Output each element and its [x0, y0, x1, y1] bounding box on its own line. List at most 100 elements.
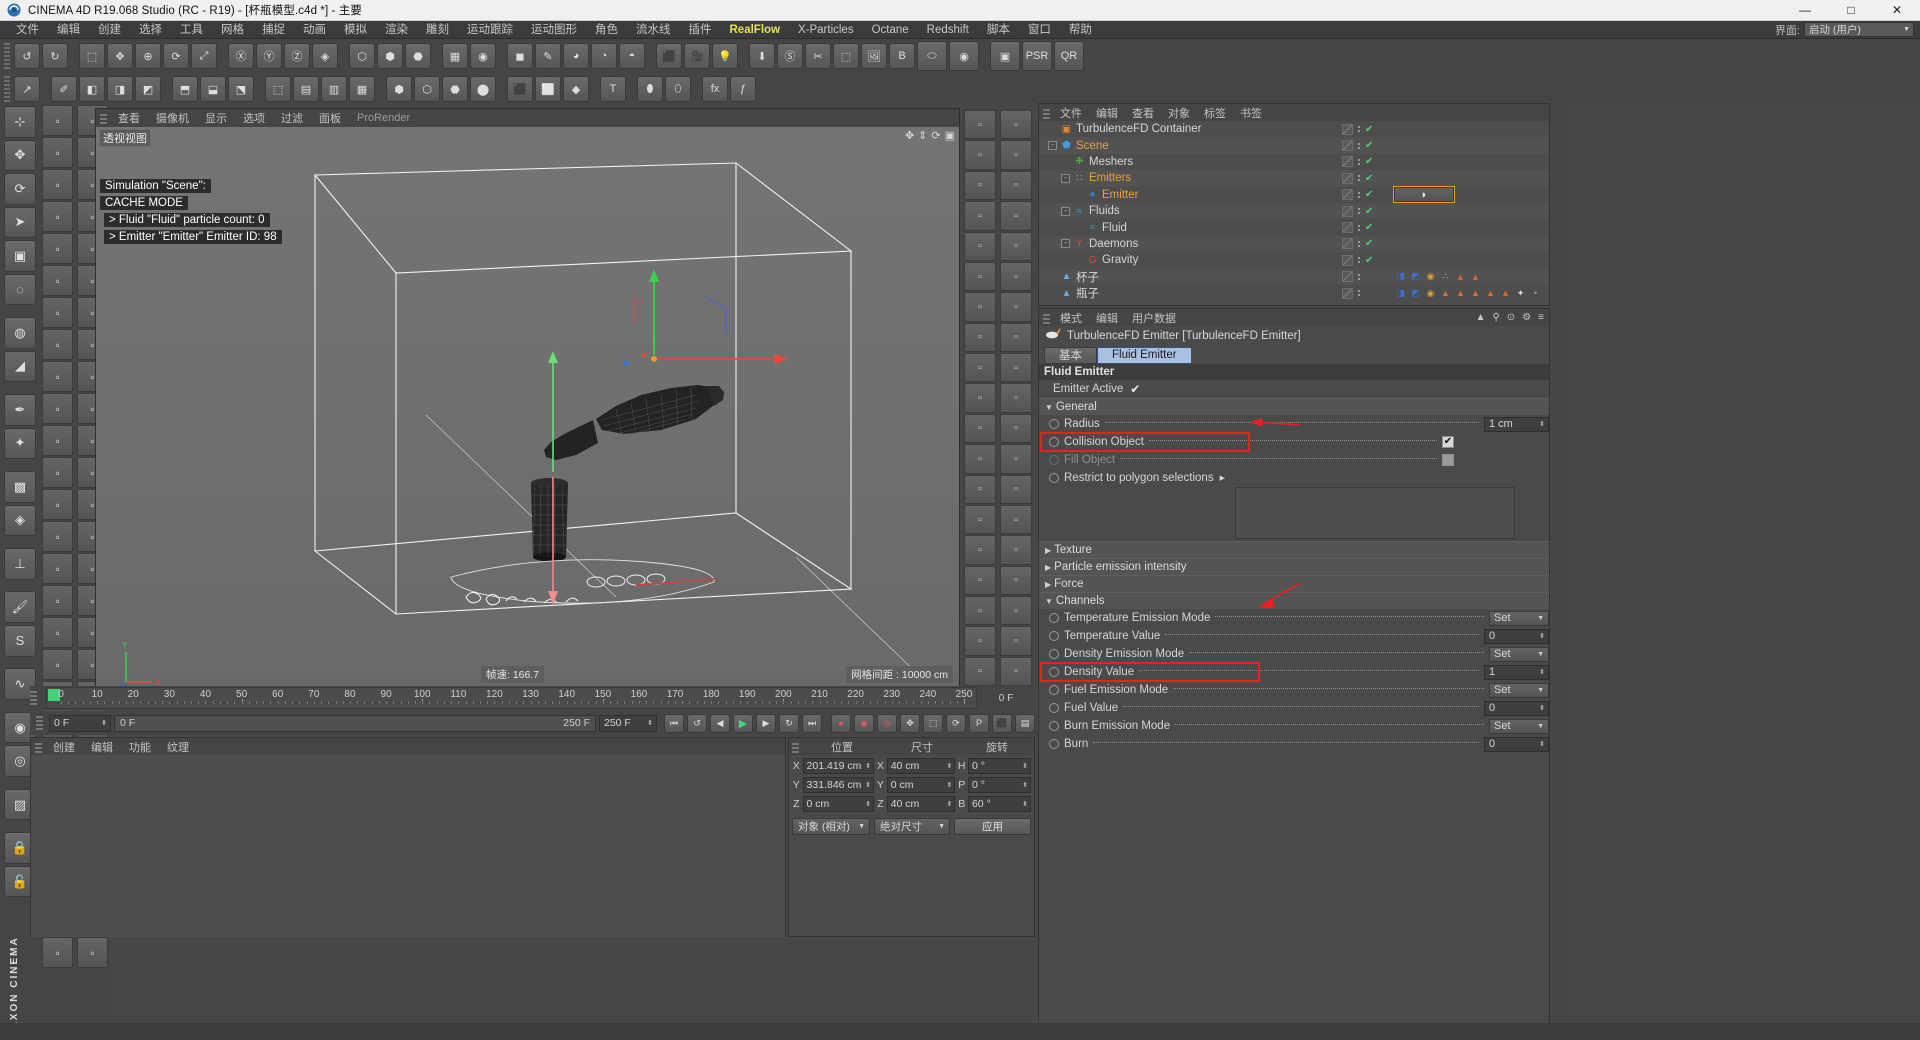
toolbar-button-40[interactable]: ▣ — [990, 41, 1020, 71]
attribute-group-general[interactable]: ▼ General — [1039, 398, 1549, 415]
lock-icon[interactable]: ⊙ — [1507, 312, 1515, 323]
spinner-icon[interactable]: ⬍ — [1022, 762, 1028, 770]
attribute-row-collision-object[interactable]: Collision Object ✔ — [1039, 433, 1549, 451]
material-tag-icon[interactable]: ◨ — [1394, 287, 1407, 300]
attribute-menu-2[interactable]: 用户数据 — [1125, 310, 1183, 326]
palette-tool-0-8[interactable]: ▫ — [42, 361, 73, 392]
tree-expander-icon[interactable]: - — [1061, 173, 1070, 183]
menu-item-帮助[interactable]: 帮助 — [1060, 21, 1101, 39]
transport-play-forward-button[interactable]: ▶ — [756, 713, 776, 733]
toolbar2-button-13[interactable]: ▥ — [321, 76, 347, 102]
position-field-X[interactable]: 201.419 cm ⬍ — [802, 758, 875, 774]
minimize-button[interactable]: — — [1782, 0, 1828, 20]
animate-radio-icon[interactable] — [1049, 437, 1059, 447]
left-tool-brush-icon[interactable]: ✒ — [4, 394, 36, 426]
visibility-dots-icon[interactable] — [1358, 224, 1360, 231]
left-tool-rotate-icon[interactable]: ⟳ — [4, 173, 36, 205]
viewport-menu-4[interactable]: 过滤 — [273, 110, 311, 126]
left-tool-polygon-pen-icon[interactable]: ✦ — [4, 427, 36, 460]
animate-radio-icon[interactable] — [1049, 419, 1059, 429]
current-frame-field[interactable]: 0 F ⬍ — [49, 714, 111, 732]
menu-item-文件[interactable]: 文件 — [7, 21, 48, 39]
menu-item-网格[interactable]: 网格 — [212, 21, 253, 39]
menu-item-编辑[interactable]: 编辑 — [48, 21, 89, 39]
menu-item-模拟[interactable]: 模拟 — [335, 21, 376, 39]
value-field[interactable]: 1 cm ⬍ — [1484, 416, 1549, 432]
frame-range-slider[interactable]: 0 F 250 F — [114, 714, 596, 732]
spinner-icon[interactable]: ⬍ — [947, 800, 953, 808]
rotation-field-P[interactable]: 0 ° ⬍ — [967, 777, 1032, 793]
toolbar-button-34[interactable]: ⬚ — [833, 43, 859, 69]
menu-item-运动跟踪[interactable]: 运动跟踪 — [458, 21, 522, 39]
object-menu-5[interactable]: 书签 — [1233, 105, 1269, 121]
tree-expander-icon[interactable]: - — [1048, 141, 1057, 151]
viewport-tool-0-18[interactable]: ▫ — [964, 656, 996, 687]
toolbar-button-10[interactable]: Ⓨ — [256, 43, 282, 69]
toolbar-button-35[interactable]: 🖼 — [861, 43, 887, 69]
spinner-icon[interactable]: ⬍ — [865, 781, 871, 789]
toolbar2-button-30[interactable]: fx — [702, 76, 728, 102]
position-field-Y[interactable]: 331.846 cm ⬍ — [802, 777, 875, 793]
toolbar2-button-9[interactable]: ⬔ — [228, 76, 254, 102]
toolbar-button-18[interactable]: ▦ — [442, 43, 468, 69]
left-tool-magnet-icon[interactable]: ◍ — [4, 317, 36, 349]
attribute-checkbox[interactable]: ✔ — [1442, 436, 1454, 448]
coord-apply-button[interactable]: 应用 — [954, 818, 1031, 835]
object-menu-4[interactable]: 标签 — [1197, 105, 1233, 121]
toolbar-button-41[interactable]: PSR — [1022, 41, 1052, 71]
toolbar2-button-4[interactable]: ◨ — [107, 76, 133, 102]
toolbar-button-11[interactable]: Ⓩ — [284, 43, 310, 69]
viewport-tool-0-14[interactable]: ▫ — [964, 535, 996, 565]
menu-item-redshift[interactable]: Redshift — [918, 21, 978, 39]
spinner-icon[interactable]: ⬍ — [1539, 668, 1545, 676]
object-enable-checkbox[interactable] — [1342, 238, 1353, 250]
viewport-tool-0-10[interactable]: ▫ — [964, 413, 996, 444]
viewport-tool-1-1[interactable]: ▫ — [1000, 140, 1032, 170]
spinner-icon[interactable]: ⬍ — [1539, 420, 1545, 428]
chevron-right-icon[interactable]: ▶ — [1045, 546, 1051, 555]
value-field[interactable]: 1 ⬍ — [1484, 664, 1549, 680]
toolbar2-button-19[interactable]: ⬤ — [470, 76, 496, 102]
attribute-row-fuel-value[interactable]: Fuel Value 0 ⬍ — [1039, 699, 1549, 717]
tfd-tag4-icon[interactable]: ▲ — [1484, 287, 1497, 300]
object-menu-1[interactable]: 编辑 — [1089, 105, 1125, 121]
menu-item-插件[interactable]: 插件 — [680, 21, 721, 39]
animate-radio-icon[interactable] — [1049, 721, 1059, 731]
object-row[interactable]: ≈ Fluid ✔ — [1039, 219, 1549, 235]
object-menu-2[interactable]: 查看 — [1125, 105, 1161, 121]
eye-tag-icon[interactable]: ◉ — [1424, 270, 1437, 283]
eye-tag-icon[interactable]: ◉ — [1424, 287, 1437, 300]
spinner-icon[interactable]: ⬍ — [101, 719, 107, 727]
animate-radio-icon[interactable] — [1049, 649, 1059, 659]
panel-grip-icon[interactable] — [792, 740, 799, 753]
viewport-menu-6[interactable]: ProRender — [349, 112, 418, 124]
palette-tool-0-9[interactable]: ▫ — [42, 393, 73, 424]
viewport-tool-1-9[interactable]: ▫ — [1000, 383, 1032, 413]
coord-mode-select[interactable]: 对象 (相对) ▼ — [792, 818, 870, 835]
toolbar2-button-18[interactable]: ⬣ — [442, 76, 468, 102]
object-menu-3[interactable]: 对象 — [1161, 105, 1197, 121]
gear-icon[interactable]: ⚙ — [1522, 312, 1531, 323]
viewport-tool-0-7[interactable]: ▫ — [964, 322, 996, 352]
object-name[interactable]: Emitters — [1089, 172, 1131, 184]
viewport-tool-0-11[interactable]: ▫ — [964, 444, 996, 474]
visibility-dots-icon[interactable] — [1358, 257, 1360, 264]
menu-item-脚本[interactable]: 脚本 — [978, 21, 1019, 39]
toolbar-button-32[interactable]: Ⓢ — [777, 43, 803, 69]
value-field[interactable]: 0 ⬍ — [1484, 628, 1549, 644]
toolbar2-button-11[interactable]: ⬚ — [265, 76, 291, 102]
attribute-tab-0[interactable]: 基本 — [1044, 346, 1097, 364]
toolbar-button-4[interactable]: ✥ — [107, 43, 133, 69]
transport-goto-end-button[interactable]: ⏭ — [802, 713, 822, 733]
toolbar-button-0[interactable]: ↺ — [14, 43, 40, 69]
animate-radio-icon[interactable] — [1049, 613, 1059, 623]
palette-tool-0-1[interactable]: ▫ — [42, 137, 73, 168]
toolbar2-button-8[interactable]: ⬓ — [200, 76, 226, 102]
object-name[interactable]: 瓶子 — [1076, 285, 1099, 301]
left-tool-paint-icon[interactable]: 🖌 — [4, 591, 36, 624]
object-row[interactable]: ● Emitter ✔ ◗ — [1039, 186, 1549, 204]
animate-radio-icon[interactable] — [1049, 739, 1059, 749]
coord-size-select[interactable]: 绝对尺寸 ▼ — [874, 818, 950, 835]
mode-select[interactable]: Set ▼ — [1489, 646, 1549, 662]
object-row[interactable]: ❈ Meshers ✔ — [1039, 154, 1549, 170]
